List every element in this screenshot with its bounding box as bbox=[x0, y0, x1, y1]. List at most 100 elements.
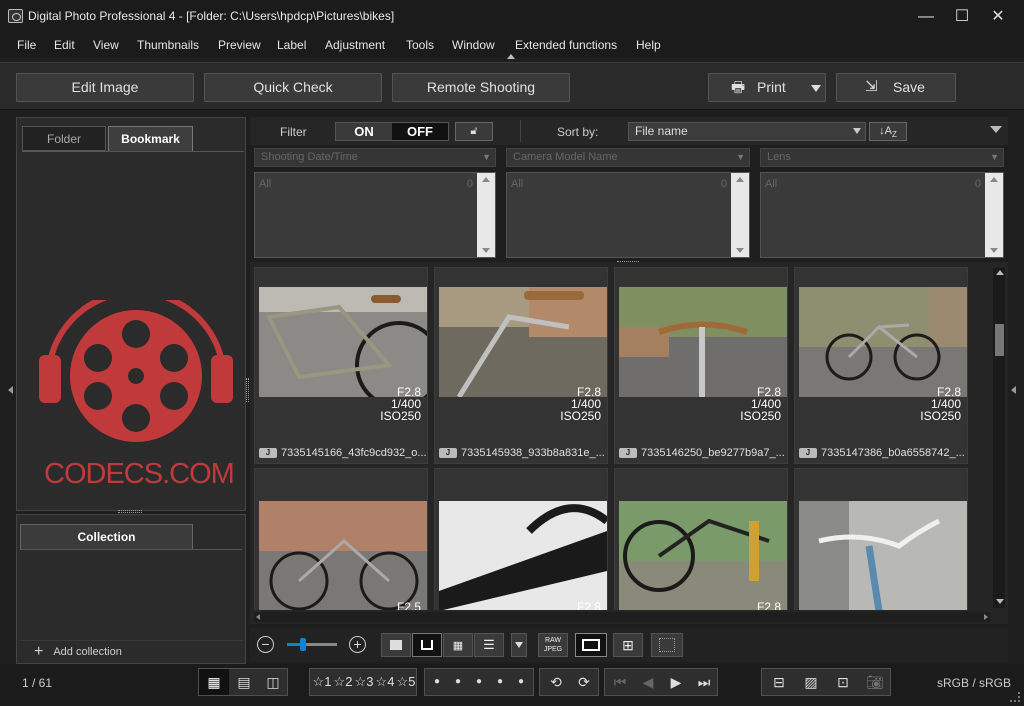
list-scrollbar[interactable] bbox=[477, 173, 495, 257]
rating-2-button[interactable]: ☆2 bbox=[333, 669, 353, 695]
rating-5-button[interactable]: ☆5 bbox=[396, 669, 416, 695]
lens-select[interactable]: Lens ▼ bbox=[760, 148, 1004, 167]
filter-collapse-icon[interactable] bbox=[990, 126, 1002, 133]
print-dropdown-icon[interactable] bbox=[811, 85, 821, 92]
scroll-up-icon[interactable] bbox=[996, 270, 1004, 275]
collapse-toolbar-icon[interactable] bbox=[507, 54, 515, 59]
resize-grip-icon[interactable] bbox=[1010, 692, 1020, 702]
right-panel-toggle-icon[interactable] bbox=[1011, 386, 1016, 394]
scroll-down-icon[interactable] bbox=[482, 248, 490, 253]
menu-preview[interactable]: Preview bbox=[218, 38, 261, 52]
scroll-down-icon[interactable] bbox=[990, 248, 998, 253]
tab-folder[interactable]: Folder bbox=[22, 126, 106, 151]
close-button[interactable]: ✕ bbox=[981, 6, 1015, 28]
scrollbar-thumb[interactable] bbox=[995, 324, 1004, 356]
camera-model-select[interactable]: Camera Model Name ▼ bbox=[506, 148, 750, 167]
tab-collection[interactable]: Collection bbox=[20, 524, 193, 549]
info-display-button[interactable] bbox=[575, 633, 607, 657]
rating-3-button[interactable]: ☆3 bbox=[354, 669, 374, 695]
thumbnail-item[interactable]: F2.8 1/400 ISO250 J 7335147386_b0a6558742… bbox=[794, 267, 968, 464]
save-button[interactable]: ⇲ Save bbox=[836, 73, 956, 102]
filter-lock-button[interactable]: 🔓︎ bbox=[455, 122, 493, 141]
scroll-left-icon[interactable] bbox=[256, 614, 260, 620]
scroll-right-icon[interactable] bbox=[984, 614, 988, 620]
filter-toggle[interactable]: ON OFF bbox=[335, 122, 449, 141]
view-large-thumb-button[interactable] bbox=[381, 633, 411, 657]
shooting-date-select[interactable]: Shooting Date/Time ▼ bbox=[254, 148, 496, 167]
filter-off-button[interactable]: OFF bbox=[392, 123, 448, 140]
filter-on-button[interactable]: ON bbox=[336, 123, 392, 140]
thumbnail-item[interactable]: F2.8 bbox=[434, 468, 608, 610]
split-layout-icon[interactable]: ▤ bbox=[229, 669, 259, 695]
menu-extended-functions[interactable]: Extended functions bbox=[515, 38, 617, 52]
label-dot-2[interactable]: ● bbox=[450, 669, 466, 695]
minimize-button[interactable]: — bbox=[909, 6, 943, 28]
list-item-all[interactable]: All bbox=[259, 178, 271, 190]
sort-order-button[interactable]: ↓AZ bbox=[869, 122, 907, 141]
view-small-thumb-button[interactable]: ▦ bbox=[443, 633, 473, 657]
left-panel-toggle-icon[interactable] bbox=[8, 386, 13, 394]
camera-model-list[interactable]: All 0 bbox=[506, 172, 750, 258]
next-image-icon[interactable]: ▶ bbox=[663, 669, 689, 695]
thumbnail-item[interactable]: F2.8 1/400 ISO250 J 7335146250_be9277b9a7… bbox=[614, 267, 788, 464]
menu-file[interactable]: File bbox=[17, 38, 36, 52]
zoom-slider-handle[interactable] bbox=[299, 638, 306, 651]
add-collection-button[interactable]: + Add collection bbox=[34, 643, 122, 661]
remote-shooting-button[interactable]: Remote Shooting bbox=[392, 73, 570, 102]
camera-icon[interactable]: 📷︎ bbox=[860, 669, 890, 695]
print-button[interactable]: 🖶 Print bbox=[708, 73, 826, 102]
sort-by-select[interactable]: File name bbox=[628, 122, 866, 141]
menu-tools[interactable]: Tools bbox=[406, 38, 434, 52]
menu-label[interactable]: Label bbox=[277, 38, 306, 52]
thumbnail-item[interactable]: F2.8 1/400 ISO250 J 7335145166_43fc9cd932… bbox=[254, 267, 428, 464]
rating-4-button[interactable]: ☆4 bbox=[375, 669, 395, 695]
thumbnail-item[interactable]: F2.8 1/400 ISO250 J 7335145938_933b8a831e… bbox=[434, 267, 608, 464]
list-item-all[interactable]: All bbox=[511, 178, 523, 190]
edit-image-button[interactable]: Edit Image bbox=[16, 73, 194, 102]
scroll-down-icon[interactable] bbox=[736, 248, 744, 253]
menu-adjustment[interactable]: Adjustment bbox=[325, 38, 385, 52]
panel-splitter-horizontal[interactable] bbox=[118, 510, 142, 513]
fit-screen-icon[interactable]: ⊡ bbox=[828, 669, 858, 695]
tool-palette-icon[interactable]: ⊟ bbox=[764, 669, 794, 695]
thumbnail-scrollbar[interactable] bbox=[993, 268, 1005, 608]
view-list-button[interactable]: ☰ bbox=[474, 633, 504, 657]
list-item-all[interactable]: All bbox=[765, 178, 777, 190]
scroll-up-icon[interactable] bbox=[990, 177, 998, 182]
previous-image-icon[interactable]: ◀ bbox=[635, 669, 661, 695]
lens-list[interactable]: All 0 bbox=[760, 172, 1004, 258]
af-point-button[interactable] bbox=[651, 633, 683, 657]
last-image-icon[interactable]: ⏭ bbox=[691, 669, 717, 695]
menu-edit[interactable]: Edit bbox=[54, 38, 75, 52]
thumbnail-item[interactable]: F2.8 bbox=[614, 468, 788, 610]
side-layout-icon[interactable]: ◫ bbox=[259, 669, 287, 695]
label-dot-4[interactable]: ● bbox=[492, 669, 508, 695]
scroll-down-icon[interactable] bbox=[996, 599, 1004, 604]
menu-view[interactable]: View bbox=[93, 38, 119, 52]
rating-1-button[interactable]: ☆1 bbox=[312, 669, 332, 695]
menu-window[interactable]: Window bbox=[452, 38, 495, 52]
scroll-up-icon[interactable] bbox=[736, 177, 744, 182]
quick-check-button[interactable]: Quick Check bbox=[204, 73, 382, 102]
panel-splitter[interactable] bbox=[246, 378, 249, 402]
shooting-date-list[interactable]: All 0 bbox=[254, 172, 496, 258]
rotate-left-icon[interactable]: ⟲ bbox=[542, 669, 570, 695]
tab-bookmark[interactable]: Bookmark bbox=[108, 126, 193, 151]
rotate-right-icon[interactable]: ⟳ bbox=[570, 669, 598, 695]
histogram-icon[interactable]: ▨ bbox=[796, 669, 826, 695]
list-scrollbar[interactable] bbox=[731, 173, 749, 257]
menu-help[interactable]: Help bbox=[636, 38, 661, 52]
scroll-up-icon[interactable] bbox=[482, 177, 490, 182]
zoom-in-button[interactable]: + bbox=[349, 636, 366, 653]
maximize-button[interactable]: ☐ bbox=[945, 6, 979, 28]
grid-layout-icon[interactable]: ▦ bbox=[199, 669, 229, 695]
thumbnail-item[interactable]: F2.5 bbox=[254, 468, 428, 610]
menu-thumbnails[interactable]: Thumbnails bbox=[137, 38, 199, 52]
thumbnail-item[interactable] bbox=[794, 468, 968, 610]
label-dot-5[interactable]: ● bbox=[513, 669, 529, 695]
list-scrollbar[interactable] bbox=[985, 173, 1003, 257]
thumbnail-hscrollbar[interactable] bbox=[254, 612, 990, 622]
raw-jpeg-button[interactable]: RAW JPEG bbox=[538, 633, 568, 657]
label-dot-3[interactable]: ● bbox=[471, 669, 487, 695]
label-dot-1[interactable]: ● bbox=[429, 669, 445, 695]
